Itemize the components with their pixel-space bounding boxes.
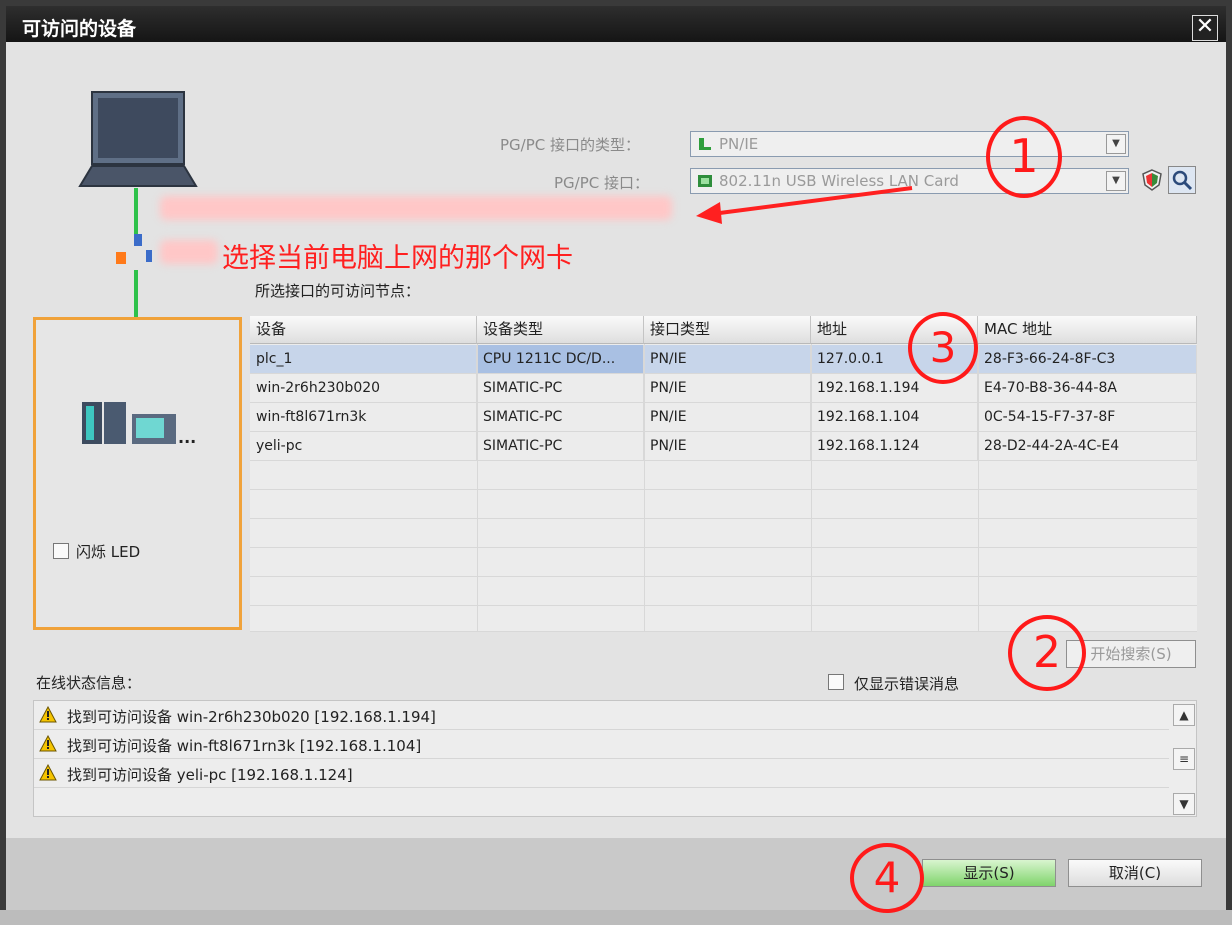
flash-led-label: 闪烁 LED — [76, 543, 141, 561]
cell-device: win-ft8l671rn3k — [250, 403, 477, 431]
device-more: ... — [178, 428, 197, 447]
column-header-device-type[interactable]: 设备类型 — [477, 316, 644, 344]
close-button[interactable]: ✕ — [1192, 15, 1218, 41]
cell-mac: 0C-54-15-F7-37-8F — [978, 403, 1197, 431]
table-row[interactable]: win-ft8l671rn3k SIMATIC-PC PN/IE 192.168… — [250, 403, 1197, 432]
dialog-title: 可访问的设备 — [22, 18, 137, 40]
column-header-mac[interactable]: MAC 地址 — [978, 316, 1197, 344]
log-message: 找到可访问设备 yeli-pc [192.168.1.124] — [67, 766, 353, 784]
empty-row — [250, 461, 1197, 490]
security-shield-icon[interactable] — [1140, 168, 1164, 192]
cell-interface-type: PN/IE — [644, 345, 811, 373]
plc-device-icon — [82, 402, 176, 444]
cell-device: plc_1 — [250, 345, 477, 373]
properties-button[interactable] — [1168, 166, 1196, 194]
flash-led-checkbox[interactable] — [53, 543, 69, 559]
table-row[interactable]: yeli-pc SIMATIC-PC PN/IE 192.168.1.124 2… — [250, 432, 1197, 461]
marker-2: 2 — [1008, 615, 1086, 691]
magnifier-icon — [1172, 170, 1193, 191]
warning-icon — [39, 706, 57, 723]
background-strip — [0, 910, 1232, 925]
cell-mac: E4-70-B8-36-44-8A — [978, 374, 1197, 402]
cell-device-type: SIMATIC-PC — [477, 374, 644, 402]
warning-icon — [39, 735, 57, 752]
cell-device: yeli-pc — [250, 432, 477, 460]
log-message: 找到可访问设备 win-2r6h230b020 [192.168.1.194] — [67, 708, 436, 726]
status-log: 找到可访问设备 win-2r6h230b020 [192.168.1.194] … — [33, 700, 1197, 817]
annotation-arrow — [696, 186, 913, 224]
cell-interface-type: PN/IE — [644, 403, 811, 431]
chevron-down-icon[interactable]: ▼ — [1106, 171, 1126, 191]
cancel-button[interactable]: 取消(C) — [1068, 859, 1202, 887]
errors-only-checkbox[interactable] — [828, 674, 844, 690]
errors-only-label: 仅显示错误消息 — [854, 675, 960, 693]
device-preview-panel — [33, 317, 242, 630]
log-entry: 找到可访问设备 win-2r6h230b020 [192.168.1.194] — [34, 701, 1169, 730]
cell-device-type: SIMATIC-PC — [477, 432, 644, 460]
cell-interface-type: PN/IE — [644, 432, 811, 460]
interface-type-label: PG/PC 接口的类型： — [500, 136, 641, 154]
cell-address: 192.168.1.124 — [811, 432, 978, 460]
marker-4: 4 — [850, 843, 924, 913]
empty-row — [34, 788, 1169, 817]
title-bar: 可访问的设备 ✕ — [6, 6, 1226, 42]
table-row[interactable]: win-2r6h230b020 SIMATIC-PC PN/IE 192.168… — [250, 374, 1197, 403]
cell-mac: 28-F3-66-24-8F-C3 — [978, 345, 1197, 373]
scroll-up-button[interactable]: ▲ — [1173, 704, 1195, 726]
column-header-device[interactable]: 设备 — [250, 316, 477, 344]
cell-interface-type: PN/IE — [644, 374, 811, 402]
show-button[interactable]: 显示(S) — [922, 859, 1056, 887]
column-header-interface-type[interactable]: 接口类型 — [644, 316, 811, 344]
interface-type-dropdown[interactable]: PN/IE ▼ — [690, 131, 1129, 157]
scroll-thumb[interactable]: ≡ — [1173, 748, 1195, 770]
cell-address: 192.168.1.104 — [811, 403, 978, 431]
nodes-label: 所选接口的可访问节点： — [255, 282, 421, 300]
nodes-table: 设备 设备类型 接口类型 地址 MAC 地址 plc_1 CPU 1211C D… — [250, 316, 1197, 632]
cell-device-type: SIMATIC-PC — [477, 403, 644, 431]
chevron-down-icon[interactable]: ▼ — [1106, 134, 1126, 154]
scroll-down-button[interactable]: ▼ — [1173, 793, 1195, 815]
annotation-text: 选择当前电脑上网的那个网卡 — [222, 243, 573, 274]
empty-row — [250, 577, 1197, 606]
cell-device-type: CPU 1211C DC/D... — [477, 345, 644, 373]
marker-3: 3 — [908, 312, 978, 384]
warning-icon — [39, 764, 57, 781]
interface-type-value: PN/IE — [719, 135, 759, 153]
empty-row — [250, 519, 1197, 548]
cell-device: win-2r6h230b020 — [250, 374, 477, 402]
interface-port-label: PG/PC 接口： — [554, 174, 650, 192]
log-message: 找到可访问设备 win-ft8l671rn3k [192.168.1.104] — [67, 737, 422, 755]
status-label: 在线状态信息： — [36, 674, 142, 692]
table-row[interactable]: plc_1 CPU 1211C DC/D... PN/IE 127.0.0.1 … — [250, 345, 1197, 374]
empty-row — [250, 548, 1197, 577]
cell-mac: 28-D2-44-2A-4C-E4 — [978, 432, 1197, 460]
marker-1: 1 — [986, 116, 1062, 198]
log-entry: 找到可访问设备 win-ft8l671rn3k [192.168.1.104] — [34, 730, 1169, 759]
log-entry: 找到可访问设备 yeli-pc [192.168.1.124] — [34, 759, 1169, 788]
redacted-text — [160, 196, 672, 220]
redacted-text — [160, 240, 218, 264]
network-icon — [699, 138, 711, 150]
empty-row — [250, 490, 1197, 519]
